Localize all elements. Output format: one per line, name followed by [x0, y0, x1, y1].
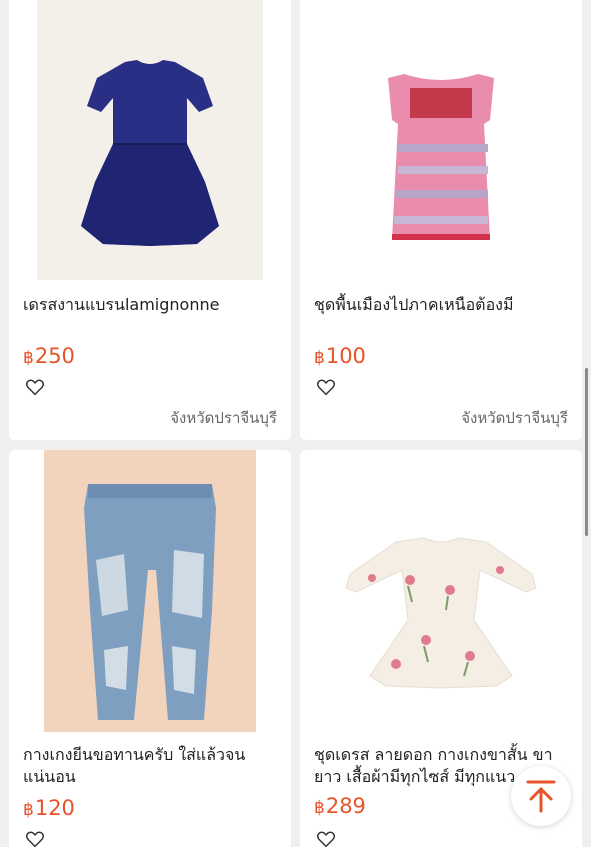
- product-grid: เดรสงานแบรนlamignonne ฿250 จังหวัดปราจีน…: [0, 0, 591, 847]
- heart-outline-icon[interactable]: [316, 830, 336, 847]
- arrow-up-to-top-icon: [526, 780, 556, 813]
- heart-outline-icon[interactable]: [25, 830, 45, 847]
- currency-symbol: ฿: [314, 798, 325, 818]
- heart-outline-icon[interactable]: [25, 378, 45, 396]
- product-image[interactable]: [9, 450, 291, 732]
- navy-dress-image: [37, 0, 263, 280]
- price-value: 100: [325, 344, 366, 368]
- price-value: 289: [325, 794, 366, 818]
- product-price: ฿289: [314, 794, 366, 818]
- currency-symbol: ฿: [23, 800, 34, 820]
- product-card[interactable]: กางเกงยีนขอทานครับ ใส่แล้วจนแน่นอน ฿120: [9, 450, 291, 847]
- pink-tribal-dress-image: [300, 0, 582, 280]
- floral-dress-image: [300, 450, 582, 732]
- heart-outline-icon[interactable]: [316, 378, 336, 396]
- price-value: 250: [34, 344, 75, 368]
- back-to-top-button[interactable]: [511, 766, 571, 826]
- product-image[interactable]: [300, 0, 582, 280]
- product-image[interactable]: [300, 450, 582, 732]
- product-price: ฿100: [314, 344, 366, 368]
- product-card[interactable]: ชุดพื้นเมืองไปภาคเหนือต้องมี ฿100 จังหวั…: [300, 0, 582, 440]
- price-value: 120: [34, 796, 75, 820]
- product-location: จังหวัดปราจีนบุรี: [461, 409, 568, 427]
- product-price: ฿250: [23, 344, 75, 368]
- product-title[interactable]: กางเกงยีนขอทานครับ ใส่แล้วจนแน่นอน: [23, 744, 251, 788]
- currency-symbol: ฿: [314, 348, 325, 368]
- product-image[interactable]: [9, 0, 291, 280]
- scrollbar[interactable]: [585, 368, 588, 536]
- product-card[interactable]: เดรสงานแบรนlamignonne ฿250 จังหวัดปราจีน…: [9, 0, 291, 440]
- product-price: ฿120: [23, 796, 75, 820]
- product-location: จังหวัดปราจีนบุรี: [170, 409, 277, 427]
- product-title[interactable]: ชุดพื้นเมืองไปภาคเหนือต้องมี: [314, 294, 572, 316]
- ripped-jeans-image: [44, 450, 256, 732]
- product-title[interactable]: เดรสงานแบรนlamignonne: [23, 294, 281, 316]
- currency-symbol: ฿: [23, 348, 34, 368]
